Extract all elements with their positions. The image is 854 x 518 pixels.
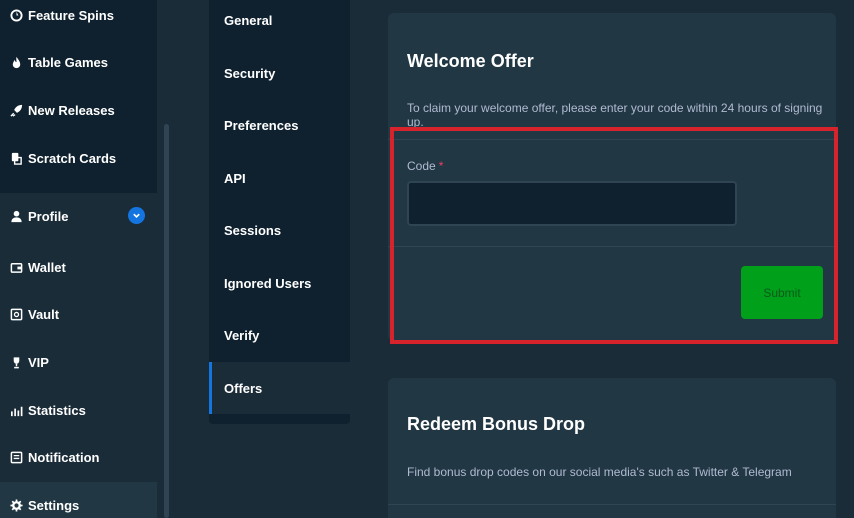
bonus-drop-description: Find bonus drop codes on our social medi…: [407, 465, 792, 479]
code-input[interactable]: [407, 181, 737, 226]
sidebar-item-scratch-cards[interactable]: Scratch Cards: [0, 135, 157, 181]
statistics-icon: [9, 403, 23, 417]
gear-icon: [9, 498, 23, 512]
sidebar-item-label: Settings: [28, 497, 80, 513]
bonus-drop-card: Redeem Bonus Drop Find bonus drop codes …: [388, 378, 836, 518]
code-label: Code *: [407, 159, 443, 173]
sidebar-item-label: Profile: [28, 208, 69, 224]
sidebar-item-label: Table Games: [28, 54, 108, 70]
tab-verify[interactable]: Verify: [209, 309, 350, 361]
chevron-down-icon[interactable]: [128, 207, 145, 224]
sidebar-item-notification[interactable]: Notification: [0, 434, 157, 480]
sidebar-item-vault[interactable]: Vault: [0, 291, 157, 337]
sidebar-item-profile[interactable]: Profile: [0, 193, 157, 239]
scratch-card-icon: [9, 151, 23, 165]
sidebar-item-table-games[interactable]: Table Games: [0, 39, 157, 85]
vault-icon: [9, 307, 23, 321]
profile-group: Profile Wallet Vault VIP Statistics Noti…: [0, 193, 157, 518]
welcome-offer-title: Welcome Offer: [407, 51, 534, 71]
tab-security[interactable]: Security: [209, 47, 350, 99]
sidebar-item-label: Feature Spins: [28, 7, 114, 23]
sidebar-item-statistics[interactable]: Statistics: [0, 387, 157, 433]
sidebar-item-label: Wallet: [28, 259, 66, 275]
rocket-icon: [9, 103, 23, 117]
tab-offers[interactable]: Offers: [209, 362, 350, 414]
code-label-text: Code: [407, 159, 436, 173]
sidebar-item-label: Notification: [28, 449, 100, 465]
wallet-icon: [9, 260, 23, 274]
tab-api[interactable]: API: [209, 152, 350, 204]
sidebar-item-settings[interactable]: Settings: [0, 482, 157, 518]
sidebar-item-feature-spins[interactable]: Feature Spins: [0, 0, 157, 38]
sidebar-item-vip[interactable]: VIP: [0, 339, 157, 385]
notification-icon: [9, 450, 23, 464]
divider: [388, 504, 836, 505]
welcome-offer-description: To claim your welcome offer, please ente…: [407, 101, 823, 129]
welcome-offer-card: Welcome Offer To claim your welcome offe…: [388, 13, 836, 341]
sidebar-item-label: New Releases: [28, 102, 115, 118]
required-marker: *: [438, 159, 444, 173]
divider: [388, 139, 836, 140]
tab-general[interactable]: General: [209, 0, 350, 46]
bonus-drop-title: Redeem Bonus Drop: [407, 414, 586, 434]
submit-button[interactable]: Submit: [741, 266, 823, 319]
trophy-icon: [9, 355, 23, 369]
divider: [388, 246, 836, 247]
sidebar-item-label: Scratch Cards: [28, 150, 117, 166]
sidebar-item-label: Statistics: [28, 402, 86, 418]
tab-sessions[interactable]: Sessions: [209, 204, 350, 256]
sidebar-scrollbar[interactable]: [164, 124, 169, 518]
flame-icon: [9, 55, 23, 69]
user-icon: [9, 209, 23, 223]
sidebar-item-new-releases[interactable]: New Releases: [0, 87, 157, 133]
feature-spins-icon: [9, 8, 23, 22]
sidebar-item-wallet[interactable]: Wallet: [0, 244, 157, 290]
sidebar-item-label: VIP: [28, 354, 49, 370]
main-sidebar: Feature Spins Table Games New Releases S…: [0, 0, 157, 518]
sidebar-item-label: Vault: [28, 306, 60, 322]
settings-nav: General Security Preferences API Session…: [209, 0, 350, 424]
tab-ignored-users[interactable]: Ignored Users: [209, 257, 350, 309]
tab-preferences[interactable]: Preferences: [209, 99, 350, 151]
